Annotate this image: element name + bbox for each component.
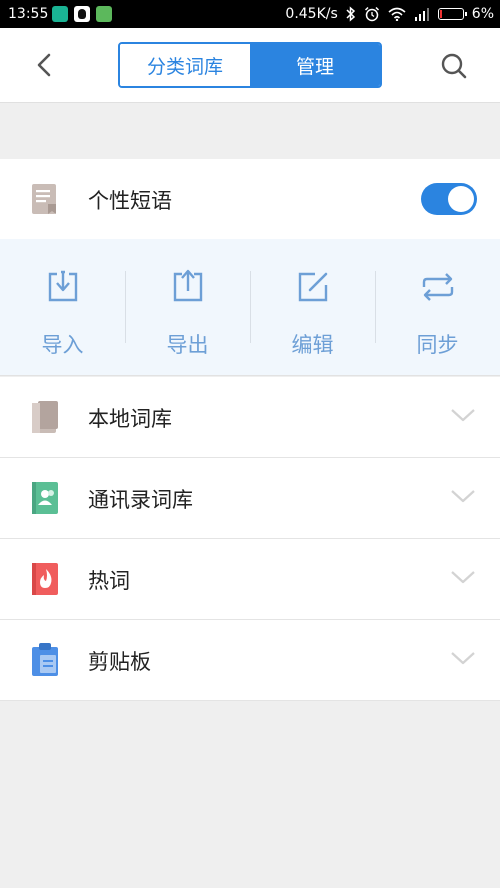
list-item-label: 剪贴板 (88, 650, 151, 674)
search-icon[interactable] (440, 52, 468, 80)
chevron-down-icon (451, 571, 475, 584)
signal-icon (414, 8, 429, 21)
phrase-toggle[interactable] (421, 183, 477, 215)
import-icon (48, 270, 77, 302)
top-bar: 分类词库 管理 (0, 28, 500, 103)
wifi-icon (388, 7, 406, 21)
wechat-icon (96, 6, 112, 22)
sync-label: 同步 (416, 333, 459, 357)
status-bar: 13:55 0.45K/s 6% (0, 0, 500, 28)
sync-action[interactable]: 同步 (375, 239, 500, 375)
contacts-book-icon (32, 482, 58, 514)
app-notification-icon (52, 6, 68, 22)
status-right: 0.45K/s 6% (285, 6, 494, 22)
alarm-icon (364, 6, 379, 22)
section-gap (0, 104, 500, 159)
phrase-label: 个性短语 (88, 189, 172, 213)
list-item-label: 本地词库 (88, 407, 172, 431)
export-label: 导出 (166, 333, 209, 357)
chevron-down-icon (451, 409, 475, 422)
document-bookmark-icon (32, 184, 56, 214)
tab-categories[interactable]: 分类词库 (120, 44, 250, 86)
dictionary-list: 本地词库 通讯录词库 热词 剪贴板 (0, 377, 500, 701)
export-action[interactable]: 导出 (125, 239, 250, 375)
action-panel: 导入 导出 编辑 同步 (0, 239, 500, 376)
import-label: 导入 (41, 333, 84, 357)
fire-icon (32, 563, 58, 595)
chevron-down-icon (451, 490, 475, 503)
edit-action[interactable]: 编辑 (250, 239, 375, 375)
import-action[interactable]: 导入 (0, 239, 125, 375)
chevron-left-icon[interactable] (32, 52, 58, 78)
battery-percent: 6% (471, 6, 494, 22)
sync-icon (422, 273, 453, 301)
toggle-knob (448, 186, 474, 212)
book-icon (32, 401, 58, 433)
status-time: 13:55 (8, 6, 49, 22)
edit-label: 编辑 (291, 333, 334, 357)
phrase-row: 个性短语 (0, 159, 500, 239)
segment-control: 分类词库 管理 (118, 42, 382, 88)
list-item-label: 通讯录词库 (88, 488, 193, 512)
clipboard-icon (32, 643, 58, 676)
battery-icon (437, 8, 467, 20)
list-item-local-dictionary[interactable]: 本地词库 (0, 377, 500, 458)
qq-icon (74, 6, 90, 22)
list-item-contacts-dictionary[interactable]: 通讯录词库 (0, 458, 500, 539)
export-icon (173, 269, 202, 302)
bluetooth-icon (346, 6, 355, 22)
chevron-down-icon (451, 652, 475, 665)
list-item-label: 热词 (88, 569, 130, 593)
list-item-hot-words[interactable]: 热词 (0, 539, 500, 620)
network-speed: 0.45K/s (285, 6, 338, 22)
edit-icon (298, 272, 327, 302)
tab-manage[interactable]: 管理 (250, 44, 380, 86)
list-item-clipboard[interactable]: 剪贴板 (0, 620, 500, 701)
